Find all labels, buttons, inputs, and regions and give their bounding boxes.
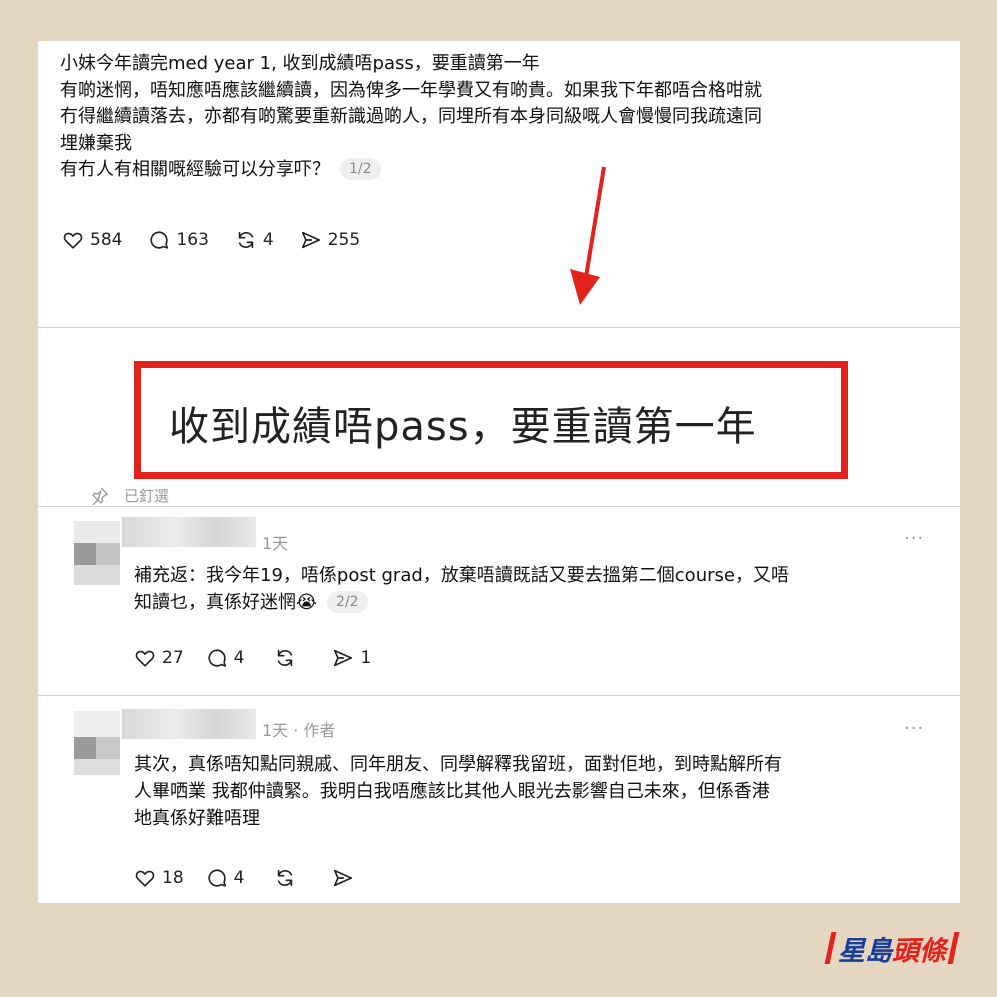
comment-icon — [208, 869, 226, 887]
heart-icon — [135, 650, 155, 667]
screenshot-card: 小妹今年讀完med year 1, 收到成績唔pass，要重讀第一年 有啲迷惘，… — [38, 41, 960, 903]
repost-icon — [278, 869, 293, 887]
post-question: 有冇人有相關嘅經驗可以分享吓？ — [60, 159, 330, 180]
reply-actions: 18 4 — [134, 867, 386, 889]
pinned-label: 已釘選 — [90, 485, 169, 506]
share-button[interactable]: 255 — [300, 229, 360, 251]
comment-count: 4 — [233, 648, 245, 668]
share-count: 255 — [327, 230, 361, 250]
reply-line: 知讀乜，真係好迷惘😭 2/2 — [134, 589, 789, 616]
reply-body: 其次，真係唔知點同親戚、同年朋友、同學解釋我留班，面對佢地，到時點解所有 人畢哂… — [134, 751, 782, 832]
heart-icon — [135, 870, 155, 887]
red-arrow-icon — [570, 166, 606, 305]
reply-time: 1天 — [262, 534, 289, 553]
post-line: 埋嫌棄我 — [60, 132, 132, 154]
highlight-box: 收到成績唔pass，要重讀第一年 — [134, 361, 848, 479]
comment-count: 4 — [233, 868, 245, 888]
username-redacted — [122, 709, 256, 739]
like-button[interactable]: 27 — [134, 647, 184, 669]
avatar[interactable] — [74, 711, 120, 775]
zoom-highlight-section: 收到成績唔pass，要重讀第一年 — [38, 329, 960, 507]
share-count: 1 — [360, 648, 372, 668]
pinned-text: 已釘選 — [124, 487, 170, 505]
comment-icon — [150, 231, 169, 249]
logo-text-part1: 星島 — [838, 935, 892, 967]
repost-icon — [238, 231, 254, 249]
highlight-text: 收到成績唔pass，要重讀第一年 — [169, 404, 757, 450]
reply-line: 人畢哂業 我都仲讀緊。我明白我唔應該比其他人眼光去影響自己未來，但係香港 — [134, 781, 770, 802]
avatar[interactable] — [74, 521, 120, 585]
more-options-button[interactable]: ··· — [904, 718, 924, 739]
reply-line: 補充返：我今年19，唔係post grad，放棄唔讀既話又要去搵第二個cours… — [134, 565, 789, 586]
logo-text-part2: 頭條 — [892, 935, 946, 967]
post-line: 小妹今年讀完med year 1, 收到成績唔pass，要重讀第一年 — [60, 53, 540, 74]
post-line: 有啲迷惘，唔知應唔應該繼續讀，因為俾多一年學費又有啲貴。如果我下年都唔合格咁就 — [60, 79, 762, 101]
send-icon — [334, 649, 353, 667]
repost-button[interactable] — [274, 647, 302, 669]
repost-count: 4 — [262, 230, 274, 250]
comment-button[interactable]: 4 — [206, 647, 245, 669]
comment-button[interactable]: 4 — [206, 867, 245, 889]
repost-icon — [278, 649, 293, 667]
like-count: 18 — [162, 868, 184, 888]
pin-icon — [92, 487, 109, 505]
reply-line: 其次，真係唔知點同親戚、同年朋友、同學解釋我留班，面對佢地，到時點解所有 — [134, 754, 782, 775]
username-redacted — [122, 517, 256, 547]
reply-line: 地真係好難唔理 — [134, 808, 260, 829]
send-icon — [301, 231, 320, 249]
like-button[interactable]: 584 — [62, 229, 122, 251]
comment-icon — [208, 649, 226, 667]
post-line: 有冇人有相關嘅經驗可以分享吓？ 1/2 — [60, 157, 940, 184]
repost-button[interactable]: 4 — [235, 229, 274, 251]
repost-button[interactable] — [274, 867, 302, 889]
page-indicator: 2/2 — [327, 591, 368, 613]
comment-count: 163 — [176, 230, 209, 250]
reply-body: 補充返：我今年19，唔係post grad，放棄唔讀既話又要去搵第二個cours… — [134, 562, 789, 616]
reply-line-text: 知讀乜，真係好迷惘😭 — [134, 592, 318, 613]
more-options-button[interactable]: ··· — [904, 528, 924, 549]
main-post: 小妹今年讀完med year 1, 收到成績唔pass，要重讀第一年 有啲迷惘，… — [38, 41, 960, 328]
like-count: 584 — [90, 230, 123, 250]
post-actions: 584 163 4 255 — [62, 229, 386, 251]
post-body: 小妹今年讀完med year 1, 收到成績唔pass，要重讀第一年 有啲迷惘，… — [60, 51, 940, 184]
heart-icon — [63, 232, 83, 249]
logo-bar — [947, 932, 960, 964]
post-line: 冇得繼續讀落去，亦都有啲驚要重新識過啲人，同埋所有本身同級嘅人會慢慢同我疏遠同 — [60, 106, 762, 127]
page-indicator: 1/2 — [340, 158, 381, 180]
divider — [38, 695, 960, 696]
brand-logo: 星島 頭條 — [824, 929, 960, 967]
like-button[interactable]: 18 — [134, 867, 184, 889]
share-button[interactable] — [332, 867, 360, 889]
reply-actions: 27 4 1 — [134, 647, 397, 669]
like-count: 27 — [162, 648, 184, 668]
comment-button[interactable]: 163 — [148, 229, 209, 251]
share-button[interactable]: 1 — [332, 647, 371, 669]
send-icon — [334, 869, 353, 887]
reply-time: 1天 · 作者 — [262, 721, 336, 740]
logo-bar — [824, 932, 837, 964]
